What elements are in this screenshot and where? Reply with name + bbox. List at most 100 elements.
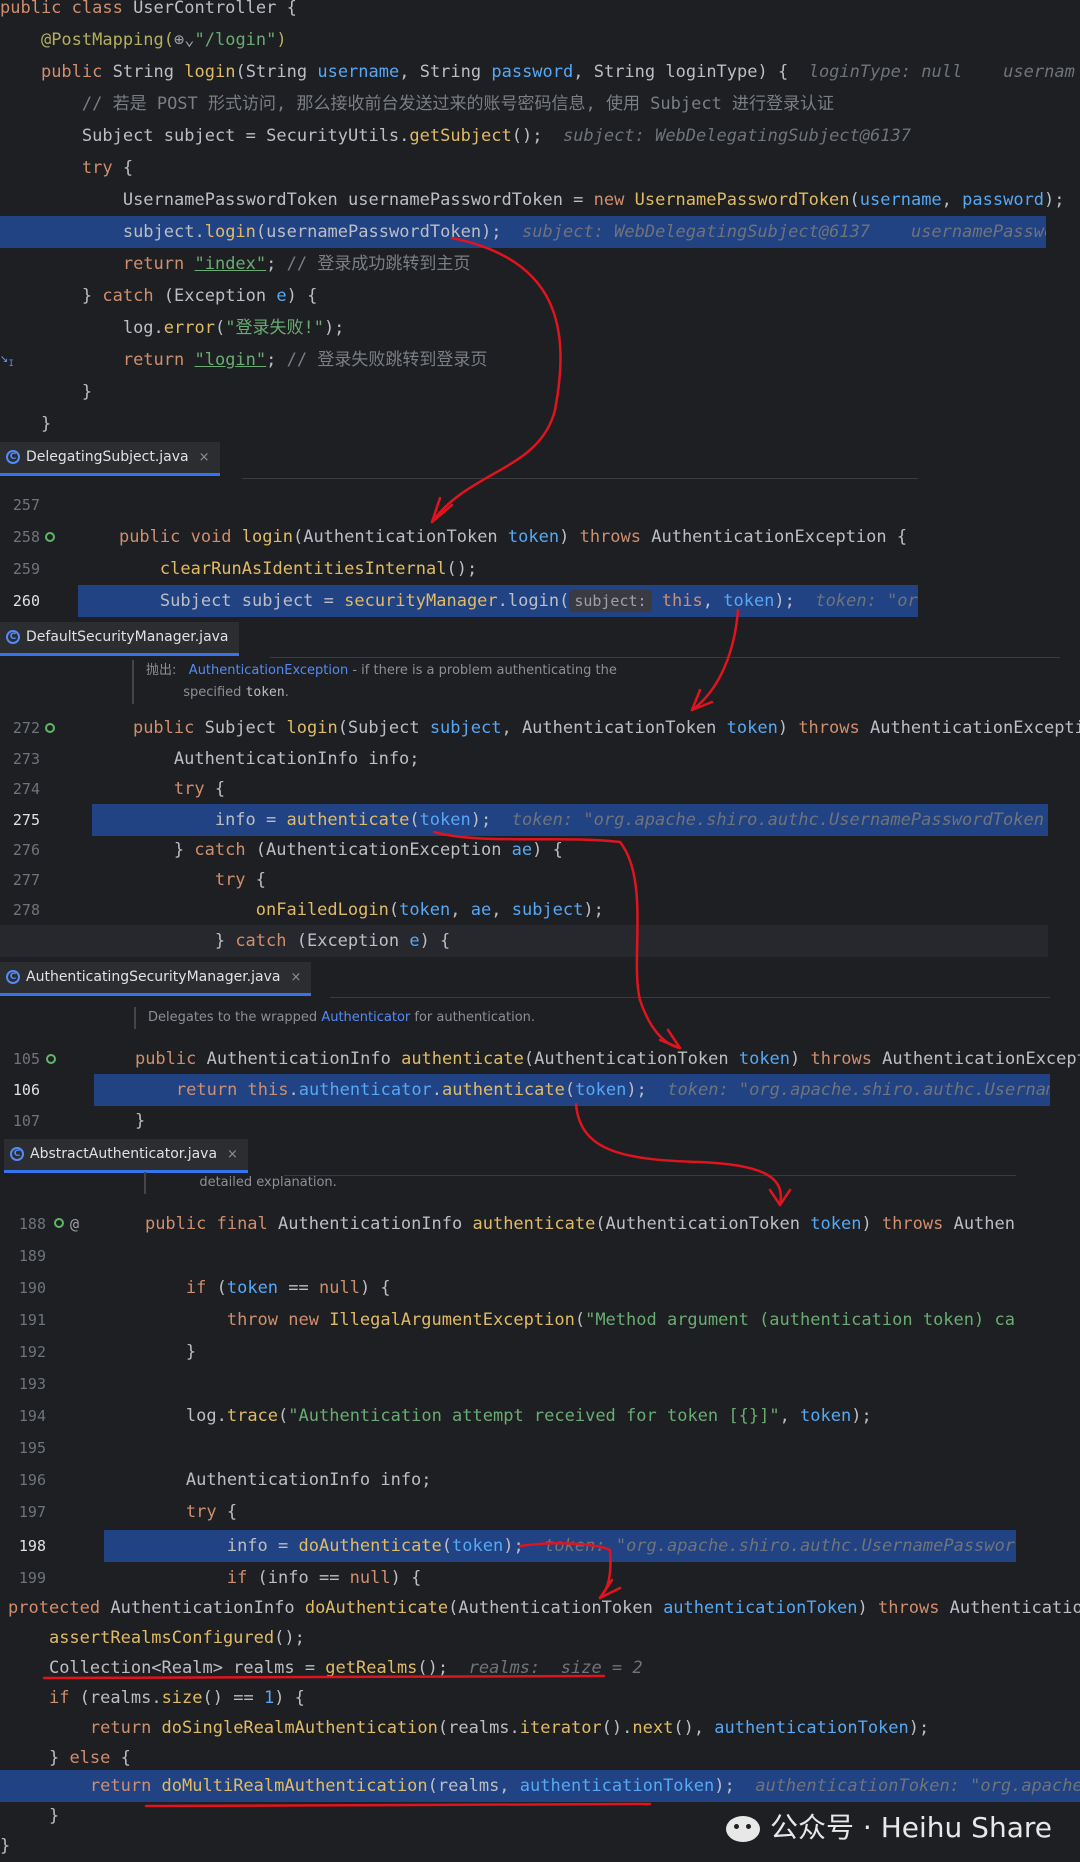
line-number: 188	[18, 1215, 46, 1233]
code-line: try {	[185, 1502, 238, 1522]
line-number: 278	[12, 901, 40, 919]
code-line: log.trace("Authentication attempt receiv…	[185, 1406, 872, 1426]
line-number: 276	[12, 841, 40, 859]
close-icon[interactable]: ×	[199, 450, 210, 465]
debug-hint: subject: WebDelegatingSubject@6137	[562, 126, 911, 146]
annotation-arrow	[430, 496, 454, 524]
override-icon[interactable]	[46, 1054, 56, 1064]
line-number: 272	[12, 719, 40, 737]
tab-divider	[330, 997, 1050, 998]
line-number: 106	[12, 1081, 40, 1099]
code-line: clearRunAsIdentitiesInternal();	[159, 559, 478, 579]
javadoc: 抛出: AuthenticationException - if there i…	[132, 660, 746, 704]
code-line: assertRealmsConfigured();	[48, 1628, 305, 1648]
current-debug-line[interactable]: info = doAuthenticate(token); token: "or…	[104, 1530, 1016, 1562]
current-debug-line[interactable]: info = authenticate(token); token: "org.…	[92, 804, 1048, 836]
override-icon[interactable]	[54, 1218, 64, 1228]
line-number: 189	[18, 1247, 46, 1265]
line-number: 273	[12, 750, 40, 768]
code-line: public final AuthenticationInfo authenti…	[144, 1214, 1016, 1234]
code-line: }	[134, 1111, 146, 1131]
code-line: protected AuthenticationInfo doAuthentic…	[8, 1598, 1080, 1618]
code-line: try {	[173, 779, 226, 799]
code-line: Collection<Realm> realms = getRealms(); …	[48, 1658, 643, 1678]
code-line: // 若是 POST 形式访问, 那么接收前台发送过来的账号密码信息, 使用 S…	[81, 94, 835, 114]
code-line: onFailedLogin(token, ae, subject);	[255, 900, 604, 920]
annotation-arrow	[768, 1188, 792, 1207]
line-number: 192	[18, 1343, 46, 1361]
code-line: try {	[81, 158, 134, 178]
line-number: 259	[12, 560, 40, 578]
line-number: 191	[18, 1311, 46, 1329]
code-line: return "index"; // 登录成功跳转到主页	[122, 254, 471, 274]
code-line: } catch (AuthenticationException ae) {	[173, 840, 563, 860]
code-line: public AuthenticationInfo authenticate(A…	[134, 1049, 1080, 1069]
line-number: 196	[18, 1471, 46, 1489]
tab-default-security-manager[interactable]: C DefaultSecurityManager.java	[0, 622, 239, 656]
line-number: 193	[18, 1375, 46, 1393]
close-icon[interactable]: ×	[290, 970, 301, 985]
current-debug-line[interactable]: subject.login(usernamePasswordToken); su…	[0, 216, 1046, 248]
code-line: throw new IllegalArgumentException("Meth…	[226, 1310, 1016, 1330]
debug-hint: subject: WebDelegatingSubject@6137 usern…	[522, 222, 1046, 242]
code-line: }	[40, 414, 52, 434]
code-line: @PostMapping(⊕⌄"/login")	[40, 30, 287, 50]
line-number: 195	[18, 1439, 46, 1457]
line-number: 197	[18, 1503, 46, 1521]
code-line: try {	[214, 870, 267, 890]
code-line: } catch (Exception e) {	[81, 286, 318, 306]
current-debug-line[interactable]: return this.authenticator.authenticate(t…	[94, 1074, 1050, 1106]
tab-delegating-subject[interactable]: C DelegatingSubject.java ×	[0, 442, 220, 476]
wechat-icon	[726, 1816, 761, 1842]
line-number: 105	[12, 1050, 40, 1068]
code-line: }	[0, 1836, 11, 1856]
javadoc: detailed explanation.	[144, 1172, 658, 1194]
tab-divider	[242, 478, 918, 479]
tab-divider	[270, 657, 1060, 658]
override-icon[interactable]	[45, 723, 55, 733]
code-line: if (info == null) {	[226, 1568, 422, 1588]
code-line: public void login(AuthenticationToken to…	[118, 527, 908, 547]
tab-authenticating-security-manager[interactable]: C AuthenticatingSecurityManager.java ×	[0, 962, 312, 996]
current-debug-line[interactable]: Subject subject = securityManager.login(…	[78, 585, 918, 617]
code-line: public String login(String username, Str…	[40, 62, 1075, 82]
debug-hint: loginType: null usernam	[808, 62, 1075, 82]
javadoc: Delegates to the wrapped Authenticator f…	[134, 1007, 748, 1029]
code-line: log.error("登录失败!");	[122, 318, 345, 338]
class-icon: C	[6, 630, 20, 644]
class-icon: C	[6, 970, 20, 984]
code-line: Subject subject = SecurityUtils.getSubje…	[81, 126, 911, 146]
line-number: 274	[12, 780, 40, 798]
globe-icon[interactable]: ⊕⌄	[174, 30, 194, 50]
line-number: 277	[12, 871, 40, 889]
line-number: 190	[18, 1279, 46, 1297]
class-icon: C	[10, 1147, 24, 1161]
code-line: }	[81, 382, 93, 402]
line-number: 260	[12, 592, 40, 610]
tab-abstract-authenticator[interactable]: C AbstractAuthenticator.java ×	[4, 1139, 248, 1173]
param-hint: subject:	[569, 590, 652, 612]
line-number: 199	[18, 1569, 46, 1587]
current-debug-line[interactable]: return doMultiRealmAuthentication(realms…	[0, 1770, 1080, 1802]
line-number: 107	[12, 1112, 40, 1130]
code-line: UsernamePasswordToken usernamePasswordTo…	[122, 190, 1065, 210]
code-line: public Subject login(Subject subject, Au…	[132, 718, 1080, 738]
code-line: }	[185, 1342, 197, 1362]
line-number: 275	[12, 811, 40, 829]
override-icon[interactable]	[45, 532, 55, 542]
class-icon: C	[6, 450, 20, 464]
code-line: if (token == null) {	[185, 1278, 391, 1298]
code-line: public class UserController {	[0, 0, 297, 18]
line-number: 257	[12, 496, 40, 514]
close-icon[interactable]: ×	[227, 1147, 238, 1162]
line-number: 258	[12, 528, 40, 546]
annotation-icon: @	[70, 1215, 80, 1233]
code-line: AuthenticationInfo info;	[173, 749, 420, 769]
code-line: if (realms.size() == 1) {	[48, 1688, 305, 1708]
code-line: return "login"; // 登录失败跳转到登录页	[122, 350, 488, 370]
line-number: 194	[18, 1407, 46, 1425]
debug-step-icon[interactable]: ↘I	[0, 350, 14, 369]
code-line: AuthenticationInfo info;	[185, 1470, 432, 1490]
watermark: 公众号 · Heihu Share	[726, 1806, 1052, 1846]
code-line: } catch (Exception e) {	[0, 925, 1048, 957]
